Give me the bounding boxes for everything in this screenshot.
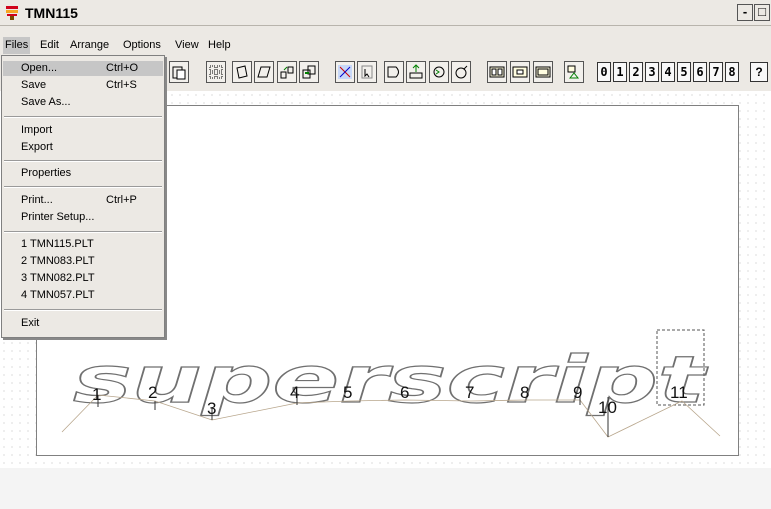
recent-file-3[interactable]: 3 TMN082.PLT	[3, 271, 163, 286]
menu-properties[interactable]: Properties	[3, 166, 163, 181]
menu-separator	[4, 160, 162, 162]
marker-1: 1	[92, 385, 101, 404]
recent-file-2[interactable]: 2 TMN083.PLT	[3, 254, 163, 269]
marker-2: 2	[148, 383, 157, 402]
recent-file-3-label: 3 TMN082.PLT	[21, 272, 95, 284]
menu-save-shortcut: Ctrl+S	[106, 79, 137, 91]
marker-11: 11	[670, 383, 688, 402]
menu-separator	[4, 231, 162, 233]
files-menu: Open... Ctrl+O Save Ctrl+S Save As... Im…	[1, 55, 165, 338]
menu-exit[interactable]: Exit	[3, 316, 163, 331]
recent-file-1[interactable]: 1 TMN115.PLT	[3, 237, 163, 252]
menu-print-shortcut: Ctrl+P	[106, 194, 137, 206]
menu-separator	[4, 186, 162, 188]
recent-file-4-label: 4 TMN057.PLT	[21, 289, 95, 301]
recent-file-2-label: 2 TMN083.PLT	[21, 255, 95, 267]
menu-save-label: Save	[21, 79, 47, 91]
menu-import-label: Import	[21, 124, 53, 136]
menu-printer-setup[interactable]: Printer Setup...	[3, 210, 163, 225]
menu-import[interactable]: Import	[3, 123, 163, 138]
menu-separator	[4, 309, 162, 311]
menu-properties-label: Properties	[21, 167, 72, 179]
marker-3: 3	[207, 399, 216, 418]
recent-file-1-label: 1 TMN115.PLT	[21, 238, 94, 250]
menu-separator	[4, 116, 162, 118]
menu-exit-label: Exit	[21, 317, 40, 329]
marker-8: 8	[520, 383, 529, 402]
marker-9: 9	[573, 383, 582, 402]
menu-export[interactable]: Export	[3, 140, 163, 155]
marker-7: 7	[465, 383, 474, 402]
marker-5: 5	[343, 383, 352, 402]
menu-open-shortcut: Ctrl+O	[106, 62, 139, 74]
marker-4: 4	[290, 383, 299, 402]
marker-10: 10	[598, 398, 617, 417]
menu-open-label: Open...	[21, 62, 58, 74]
recent-file-4[interactable]: 4 TMN057.PLT	[3, 288, 163, 303]
menu-save[interactable]: Save Ctrl+S	[3, 78, 163, 93]
menu-save-as[interactable]: Save As...	[3, 95, 163, 110]
menu-save-as-label: Save As...	[21, 96, 71, 108]
marker-6: 6	[400, 383, 409, 402]
menu-print-label: Print...	[21, 194, 53, 206]
menu-print[interactable]: Print... Ctrl+P	[3, 193, 163, 208]
menu-export-label: Export	[21, 141, 53, 153]
menu-printer-setup-label: Printer Setup...	[21, 211, 95, 223]
menu-open[interactable]: Open... Ctrl+O	[3, 61, 163, 76]
